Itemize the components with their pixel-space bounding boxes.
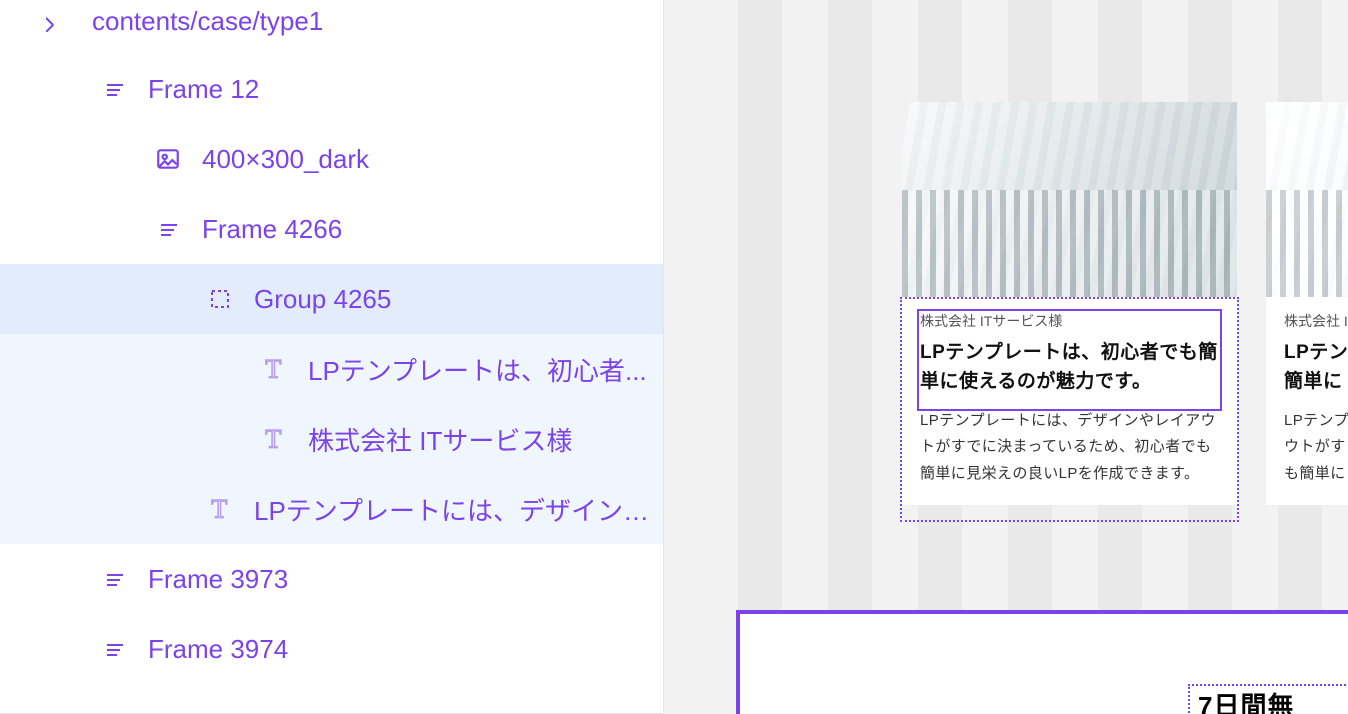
layer-row-frame-3974[interactable]: Frame 3974 bbox=[0, 614, 663, 684]
svg-text:T: T bbox=[265, 426, 281, 452]
layer-label: Frame 3974 bbox=[148, 634, 288, 665]
layer-row-text-desc[interactable]: T LPテンプレートには、デザインや... bbox=[0, 474, 663, 544]
card-case-study-1[interactable]: 株式会社 ITサービス様 LPテンプレートは、初心者でも簡単に使えるのが魅力です… bbox=[902, 102, 1237, 505]
image-icon bbox=[154, 145, 182, 173]
layer-label: Frame 3973 bbox=[148, 564, 288, 595]
layer-row-frame-3973[interactable]: Frame 3973 bbox=[0, 544, 663, 614]
grid-column bbox=[738, 0, 782, 714]
card-case-study-2[interactable]: 株式会社 ITサ LPテン 簡単に LPテンプ ウトがす も簡単に bbox=[1266, 102, 1348, 505]
frame-icon bbox=[100, 75, 128, 103]
card-description-text: LPテンプレートには、デザインやレイアウトがすでに決まっているため、初心者でも簡… bbox=[920, 408, 1219, 487]
card-title-text: LPテン 簡単に bbox=[1284, 339, 1348, 396]
text-fragment: も簡単に bbox=[1284, 465, 1346, 482]
layer-label: Frame 12 bbox=[148, 74, 259, 105]
layer-label: contents/case/type1 bbox=[92, 6, 323, 37]
card-body: 株式会社 ITサ LPテン 簡単に LPテンプ ウトがす も簡単に bbox=[1266, 297, 1348, 505]
frame-icon bbox=[100, 635, 128, 663]
component-icon bbox=[44, 6, 72, 34]
frame-icon bbox=[100, 565, 128, 593]
svg-text:T: T bbox=[211, 496, 227, 522]
layer-label: Group 4265 bbox=[254, 284, 391, 315]
design-canvas[interactable]: 株式会社 ITサービス様 LPテンプレートは、初心者でも簡単に使えるのが魅力です… bbox=[664, 0, 1348, 714]
card-image bbox=[1266, 102, 1348, 297]
layer-label: LPテンプレートには、デザインや... bbox=[254, 491, 663, 528]
layer-row-contents-case-type1[interactable]: contents/case/type1 bbox=[0, 0, 663, 54]
card-image bbox=[902, 102, 1237, 297]
text-icon: T bbox=[260, 355, 288, 383]
layer-label: Frame 4266 bbox=[202, 214, 342, 245]
text-icon: T bbox=[206, 495, 234, 523]
layer-row-text-title[interactable]: T LPテンプレートは、初心者... bbox=[0, 334, 663, 404]
layer-label: 株式会社 ITサービス様 bbox=[308, 421, 572, 458]
card-title-text: LPテンプレートは、初心者でも簡単に使えるのが魅力です。 bbox=[920, 339, 1219, 396]
layer-row-frame-4266[interactable]: Frame 4266 bbox=[0, 194, 663, 264]
text-fragment: ウトがす bbox=[1284, 438, 1346, 455]
layer-row-group-4265[interactable]: Group 4265 bbox=[0, 264, 663, 334]
card-company-text: 株式会社 ITサ bbox=[1284, 311, 1348, 331]
layer-label: 400×300_dark bbox=[202, 144, 369, 175]
text-fragment: LPテン bbox=[1284, 342, 1348, 363]
cta-headline-text: 7日間無 bbox=[1188, 684, 1348, 714]
group-icon bbox=[206, 285, 234, 313]
layer-row-image-400x300[interactable]: 400×300_dark bbox=[0, 124, 663, 194]
text-fragment: LPテンプ bbox=[1284, 412, 1348, 429]
card-description-text: LPテンプ ウトがす も簡単に bbox=[1284, 408, 1348, 487]
layer-label: LPテンプレートは、初心者... bbox=[308, 351, 647, 388]
grid-column bbox=[828, 0, 872, 714]
text-fragment: 7日間無 bbox=[1198, 686, 1294, 714]
layer-row-text-company[interactable]: T 株式会社 ITサービス様 bbox=[0, 404, 663, 474]
card-body: 株式会社 ITサービス様 LPテンプレートは、初心者でも簡単に使えるのが魅力です… bbox=[902, 297, 1237, 505]
text-icon: T bbox=[260, 425, 288, 453]
svg-text:T: T bbox=[265, 356, 281, 382]
text-fragment: 簡単に bbox=[1284, 371, 1343, 392]
layers-panel[interactable]: contents/case/type1 Frame 12 400×300_dar… bbox=[0, 0, 664, 714]
frame-icon bbox=[154, 215, 182, 243]
card-company-text: 株式会社 ITサービス様 bbox=[920, 311, 1219, 331]
layer-row-frame-12[interactable]: Frame 12 bbox=[0, 54, 663, 124]
